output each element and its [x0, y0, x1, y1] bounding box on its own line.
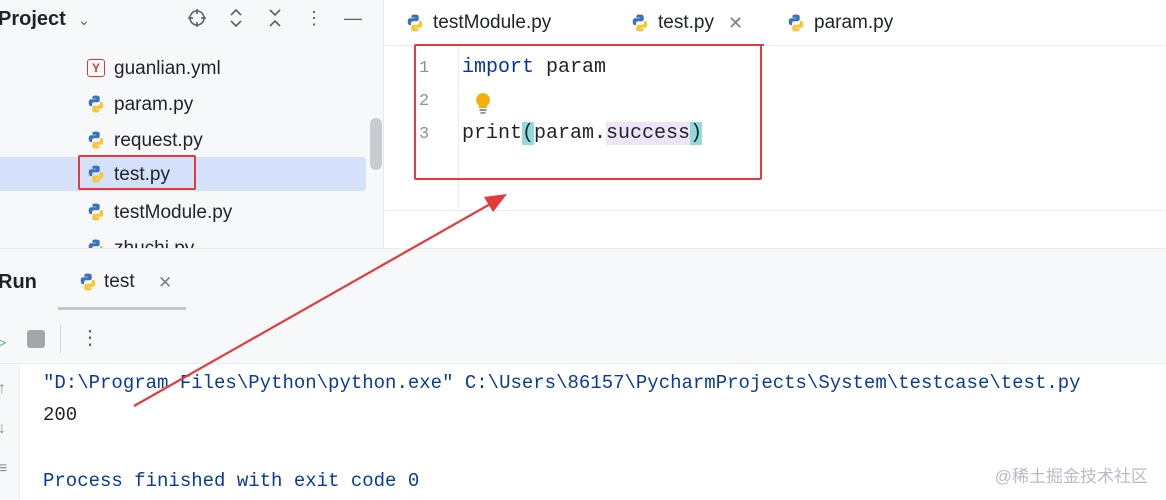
editor-tab-bar: testModule.py test.py ✕ param.py — [385, 0, 1166, 46]
tree-item-request[interactable]: request.py — [0, 123, 368, 157]
tree-item-label: guanlian.yml — [114, 58, 221, 79]
locate-icon[interactable] — [185, 6, 209, 30]
arrow-down-icon[interactable]: ↓ — [0, 420, 6, 438]
tree-item-param[interactable]: param.py — [0, 87, 368, 121]
expand-all-icon[interactable] — [224, 6, 248, 30]
tree-item-guanlian[interactable]: Y guanlian.yml — [0, 51, 368, 85]
editor-divider — [385, 210, 1166, 211]
python-file-icon — [88, 239, 104, 248]
run-panel: Run test ✕ ▷ ⋮ ↑ ↓ ≡ "D:\Program Files\P… — [0, 248, 1166, 500]
python-file-icon — [88, 131, 104, 149]
active-run-tab-indicator — [58, 307, 186, 310]
console-command-line: "D:\Program Files\Python\python.exe" C:\… — [43, 372, 1081, 394]
close-icon[interactable]: ✕ — [158, 273, 172, 293]
annotation-box-code — [414, 44, 762, 180]
tab-test[interactable]: test.py ✕ — [630, 0, 743, 46]
tab-param[interactable]: param.py — [786, 0, 893, 46]
tree-item-label: request.py — [114, 130, 203, 151]
arrow-up-icon[interactable]: ↑ — [0, 380, 6, 398]
tree-item-label: testModule.py — [114, 202, 233, 223]
tree-item-label: zhuchi.py — [114, 238, 194, 248]
collapse-all-icon[interactable] — [263, 6, 287, 30]
python-file-icon — [88, 203, 104, 221]
tab-testmodule[interactable]: testModule.py — [405, 0, 551, 46]
toolbar-separator — [60, 325, 61, 353]
tab-label: testModule.py — [433, 12, 552, 33]
tree-item-testmodule[interactable]: testModule.py — [0, 195, 368, 229]
run-tab-test[interactable]: test ✕ — [58, 261, 186, 311]
annotation-box-tree — [78, 155, 196, 190]
tab-label: test.py — [658, 12, 714, 33]
tree-item-zhuchi[interactable]: zhuchi.py — [0, 231, 368, 248]
python-file-icon — [788, 14, 804, 32]
python-file-icon — [632, 14, 648, 32]
stop-icon[interactable] — [27, 330, 45, 348]
run-panel-title: Run — [0, 271, 37, 293]
python-file-icon — [88, 95, 104, 113]
project-panel: Project ⌄ ⋮ — Y guanlian.yml param.py re… — [0, 0, 384, 248]
more-options-icon[interactable]: ⋮ — [80, 325, 100, 350]
soft-wrap-icon[interactable]: ≡ — [0, 460, 7, 478]
close-icon[interactable]: ✕ — [728, 13, 743, 34]
project-header: Project ⌄ ⋮ — — [0, 0, 383, 38]
chevron-down-icon[interactable]: ⌄ — [78, 12, 90, 29]
tab-label: param.py — [814, 12, 894, 33]
watermark: @稀土掘金技术社区 — [994, 467, 1148, 486]
console-output[interactable]: ↑ ↓ ≡ "D:\Program Files\Python\python.ex… — [0, 363, 1166, 500]
console-exit-line: Process finished with exit code 0 — [43, 470, 420, 492]
run-tab-label: test — [104, 271, 135, 292]
python-file-icon — [80, 273, 96, 291]
yml-file-icon: Y — [87, 59, 105, 77]
project-title[interactable]: Project — [0, 8, 66, 31]
minimize-icon[interactable]: — — [341, 6, 365, 30]
options-icon[interactable]: ⋮ — [302, 6, 326, 30]
console-output-line: 200 — [43, 404, 78, 426]
rerun-icon[interactable]: ▷ — [0, 332, 6, 352]
python-file-icon — [407, 14, 423, 32]
project-scrollbar[interactable] — [370, 118, 382, 170]
console-gutter: ↑ ↓ ≡ — [0, 364, 20, 500]
run-toolbar: ▷ ⋮ — [0, 315, 1166, 363]
tree-item-label: param.py — [114, 94, 194, 115]
